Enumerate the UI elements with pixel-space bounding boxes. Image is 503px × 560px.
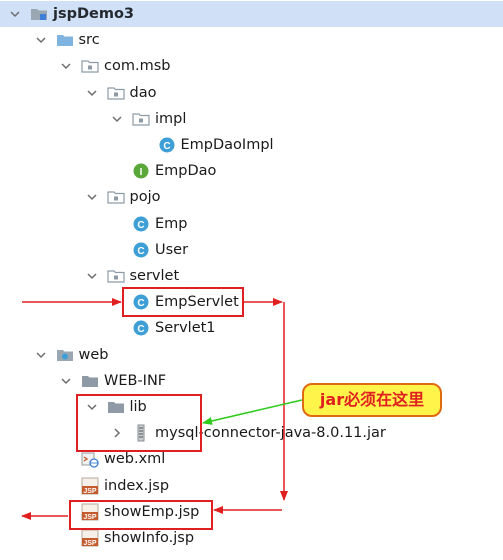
tree-item-label: com.msb bbox=[104, 58, 171, 75]
tree-row-empdao[interactable]: I EmpDao bbox=[0, 158, 503, 184]
tree-row-showinfo-jsp[interactable]: JSP showInfo.jsp bbox=[0, 525, 503, 551]
tree-item-label: WEB-INF bbox=[104, 372, 167, 389]
chevron-down-icon[interactable] bbox=[110, 112, 124, 126]
package-icon bbox=[106, 267, 125, 285]
tree-item-label: mysql-connector-java-8.0.11.jar bbox=[155, 425, 386, 442]
svg-text:JSP: JSP bbox=[83, 514, 97, 521]
tree-row-dao[interactable]: dao bbox=[0, 80, 503, 106]
tree-item-label: index.jsp bbox=[104, 477, 170, 494]
tree-row-com-msb[interactable]: com.msb bbox=[0, 53, 503, 79]
web-xml-icon bbox=[81, 450, 99, 469]
folder-icon bbox=[81, 372, 99, 390]
tree-row-empservlet[interactable]: C EmpServlet bbox=[0, 289, 503, 315]
tree-item-label: User bbox=[155, 241, 189, 258]
svg-text:C: C bbox=[163, 141, 170, 152]
tree-item-label: showInfo.jsp bbox=[104, 530, 195, 546]
jsp-file-icon: JSP bbox=[81, 529, 99, 547]
project-tree: jspDemo3 src com.msb dao impl C EmpDaoImpl I Emp… bbox=[0, 0, 503, 560]
tree-row-web[interactable]: web bbox=[0, 342, 503, 368]
svg-text:JSP: JSP bbox=[83, 488, 97, 495]
tree-item-label: EmpServlet bbox=[155, 294, 239, 311]
chevron-down-icon[interactable] bbox=[85, 400, 99, 414]
tree-row-mysql-connector-java-8-0-11-jar[interactable]: mysql-connector-java-8.0.11.jar bbox=[0, 420, 503, 446]
class-icon: C bbox=[132, 293, 150, 311]
tree-row-pojo[interactable]: pojo bbox=[0, 184, 503, 210]
tree-item-label: web.xml bbox=[104, 451, 166, 468]
tree-row-impl[interactable]: impl bbox=[0, 106, 503, 132]
tree-item-label: Emp bbox=[155, 215, 188, 232]
tree-row-web-xml[interactable]: web.xml bbox=[0, 446, 503, 472]
jar-icon bbox=[132, 424, 150, 442]
chevron-down-icon[interactable] bbox=[59, 374, 73, 388]
chevron-down-icon[interactable] bbox=[85, 86, 99, 100]
tree-row-emp[interactable]: C Emp bbox=[0, 211, 503, 237]
jsp-file-icon: JSP bbox=[81, 477, 99, 495]
tree-item-label: servlet bbox=[129, 268, 180, 284]
tree-row-servlet1[interactable]: C Servlet1 bbox=[0, 315, 503, 341]
tree-item-label: dao bbox=[129, 84, 157, 101]
tree-item-label: Servlet1 bbox=[155, 320, 216, 337]
chevron-right-icon[interactable] bbox=[110, 426, 124, 440]
svg-text:JSP: JSP bbox=[83, 540, 97, 547]
chevron-down-icon[interactable] bbox=[59, 59, 73, 73]
module-folder-icon bbox=[30, 5, 48, 23]
tree-item-label: jspDemo3 bbox=[53, 6, 135, 22]
tree-item-label: showEmp.jsp bbox=[104, 503, 200, 520]
annotation-callout-text: jar必须在这里 bbox=[319, 390, 425, 409]
class-icon: C bbox=[132, 319, 150, 337]
tree-item-label: lib bbox=[129, 399, 147, 415]
tree-row-src[interactable]: src bbox=[0, 27, 503, 53]
svg-text:C: C bbox=[137, 220, 144, 231]
chevron-down-icon[interactable] bbox=[34, 348, 48, 362]
annotation-callout: jar必须在这里 bbox=[302, 383, 442, 417]
tree-row-empdaoimpl[interactable]: C EmpDaoImpl bbox=[0, 132, 503, 158]
package-icon bbox=[106, 188, 125, 206]
tree-item-label: impl bbox=[155, 110, 187, 127]
chevron-down-icon[interactable] bbox=[8, 7, 22, 21]
package-icon bbox=[132, 110, 150, 128]
svg-text:C: C bbox=[137, 246, 144, 257]
tree-item-label: EmpDao bbox=[155, 163, 217, 180]
tree-row-index-jsp[interactable]: JSP index.jsp bbox=[0, 473, 503, 499]
chevron-down-icon[interactable] bbox=[34, 33, 48, 47]
svg-text:C: C bbox=[137, 298, 144, 309]
jsp-file-icon: JSP bbox=[81, 503, 99, 521]
svg-text:C: C bbox=[137, 324, 144, 335]
package-icon bbox=[106, 84, 125, 102]
tree-item-label: pojo bbox=[129, 189, 161, 206]
chevron-down-icon[interactable] bbox=[85, 269, 99, 283]
tree-item-label: src bbox=[78, 32, 100, 49]
interface-icon: I bbox=[132, 162, 150, 180]
chevron-down-icon[interactable] bbox=[85, 190, 99, 204]
package-icon bbox=[81, 57, 99, 75]
class-icon: C bbox=[158, 136, 176, 154]
tree-item-label: web bbox=[78, 346, 109, 363]
folder-icon bbox=[107, 398, 125, 416]
tree-row-user[interactable]: C User bbox=[0, 237, 503, 263]
class-icon: C bbox=[132, 241, 150, 259]
tree-item-label: EmpDaoImpl bbox=[180, 137, 274, 153]
tree-row-showemp-jsp[interactable]: JSP showEmp.jsp bbox=[0, 499, 503, 525]
svg-text:I: I bbox=[140, 167, 143, 178]
tree-row-servlet[interactable]: servlet bbox=[0, 263, 503, 289]
tree-row-jspdemo3[interactable]: jspDemo3 bbox=[0, 1, 503, 27]
class-icon: C bbox=[132, 215, 150, 233]
web-folder-icon bbox=[56, 346, 74, 364]
source-folder-icon bbox=[56, 31, 74, 49]
